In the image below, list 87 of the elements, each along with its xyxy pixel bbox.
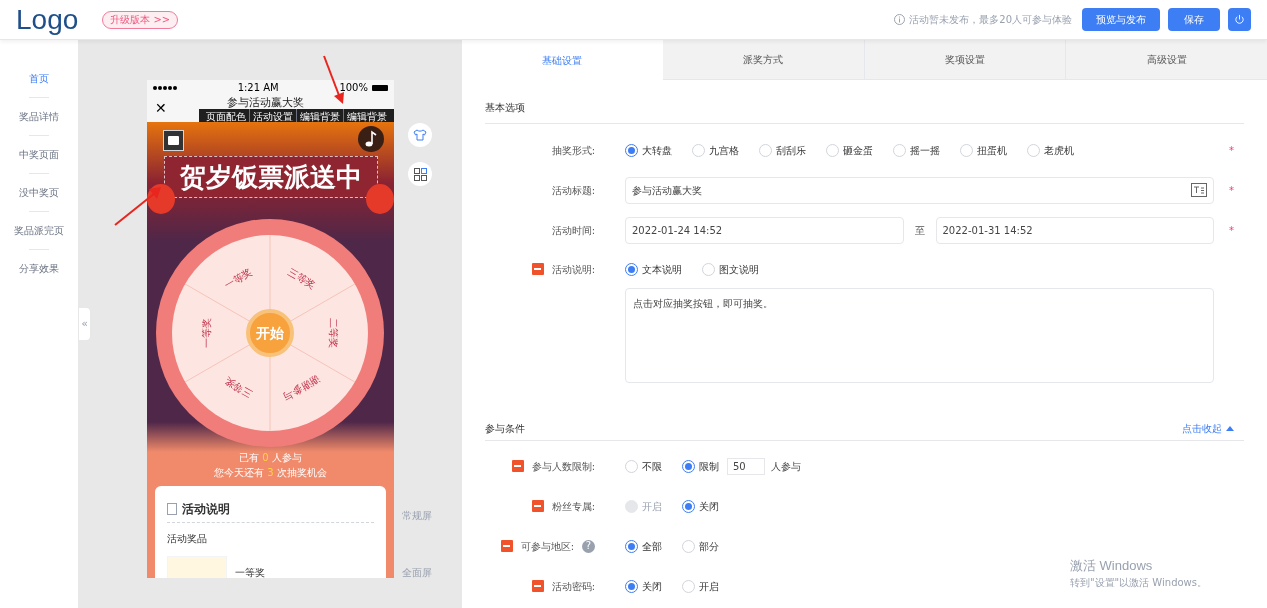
- section-title: 参与条件: [485, 422, 525, 436]
- field-label: 活动时间:: [551, 223, 595, 238]
- power-icon: [1234, 14, 1245, 25]
- logo[interactable]: Logo: [16, 0, 79, 41]
- publish-notice: 活动暂未发布，最多20人可参与体验: [909, 13, 1072, 27]
- radio-option[interactable]: 刮刮乐: [759, 142, 806, 158]
- sidebar-item[interactable]: 奖品详情: [19, 98, 59, 135]
- section-title: 基本选项: [485, 100, 1244, 124]
- settings-tab[interactable]: 基础设置: [462, 40, 663, 80]
- section-title: 活动奖品: [167, 532, 207, 546]
- status-time: 1:21 AM: [237, 81, 279, 95]
- sidebar-item[interactable]: 分享效果: [19, 250, 59, 287]
- title-input[interactable]: 参与活动赢大奖: [625, 176, 1214, 204]
- annotation-arrow: [113, 185, 163, 227]
- radio-option[interactable]: 扭蛋机: [960, 142, 1007, 158]
- radio-option[interactable]: 图文说明: [702, 261, 759, 277]
- image-button[interactable]: [163, 130, 184, 151]
- wheel-prize-label: 三等奖: [286, 265, 318, 291]
- wheel-prize-label: 三等奖: [222, 375, 254, 401]
- wheel-prize-label: 谢谢参与: [281, 373, 322, 403]
- header-button[interactable]: 预览与发布: [1082, 8, 1160, 31]
- radio-option[interactable]: 关闭: [682, 498, 719, 514]
- limit-input[interactable]: 50: [727, 457, 765, 475]
- battery-level: 100%: [339, 81, 368, 95]
- required-mark: *: [1229, 143, 1234, 158]
- grid-icon: [413, 167, 427, 181]
- banner-title: 贺岁饭票派送中: [164, 156, 378, 198]
- radio-option[interactable]: 老虎机: [1027, 142, 1074, 158]
- field-label: 抽奖形式:: [551, 143, 595, 158]
- field-label: 可参与地区:: [520, 539, 574, 554]
- required-mark: *: [1229, 183, 1234, 198]
- radio-option[interactable]: 全部: [625, 538, 662, 554]
- sidebar-item[interactable]: 中奖页面: [19, 136, 59, 173]
- close-button[interactable]: ✕: [155, 98, 167, 119]
- range-separator: 至: [913, 223, 926, 238]
- battery-icon: [372, 84, 388, 91]
- radio-option[interactable]: 关闭: [625, 578, 662, 594]
- draw-stat-text: 已有 0 人参与: [239, 451, 302, 465]
- shirt-icon: [413, 129, 427, 141]
- wheel-prize-label: 一等奖: [201, 318, 212, 348]
- field-label: 参与人数限制:: [531, 459, 595, 474]
- text-format-icon[interactable]: [1191, 183, 1207, 197]
- screen-guide-label: 常规屏: [402, 509, 432, 523]
- description-textarea[interactable]: 点击对应抽奖按钮，即可抽奖。: [625, 288, 1214, 383]
- signal-icon: [153, 85, 177, 90]
- collapse-link[interactable]: 点击收起: [1182, 421, 1234, 436]
- header-button[interactable]: 保存: [1168, 8, 1220, 31]
- radio-option[interactable]: 不限: [625, 458, 662, 474]
- toolbar-link[interactable]: 页面配色: [203, 108, 249, 124]
- field-label: 活动标题:: [551, 183, 595, 198]
- screen-guide-label: 全面屏: [402, 566, 432, 580]
- radio-option[interactable]: 文本说明: [625, 261, 682, 277]
- settings-tab[interactable]: 派奖方式: [662, 40, 864, 79]
- radio-option[interactable]: 摇一摇: [893, 142, 940, 158]
- document-icon: [167, 503, 177, 515]
- card-title: 活动说明: [182, 501, 230, 518]
- radio-option[interactable]: 九宫格: [692, 142, 739, 158]
- radio-option[interactable]: 大转盘: [625, 142, 672, 158]
- radio-option[interactable]: 限制: [682, 458, 719, 474]
- layout-button[interactable]: [408, 162, 432, 186]
- end-date-field[interactable]: 2022-01-31 14:52: [935, 216, 1214, 244]
- sidebar-item[interactable]: 奖品派完页: [14, 212, 64, 249]
- radio-option[interactable]: 部分: [682, 538, 719, 554]
- radio-option[interactable]: 开启: [682, 578, 719, 594]
- sidebar-item[interactable]: 首页: [29, 60, 49, 97]
- settings-tab[interactable]: 奖项设置: [863, 40, 1066, 79]
- start-date-field[interactable]: 2022-01-24 14:52: [625, 216, 904, 244]
- music-icon[interactable]: [358, 126, 384, 152]
- field-label: 活动说明:: [551, 262, 595, 277]
- required-mark: *: [1229, 223, 1234, 238]
- limit-suffix: 人参与: [771, 459, 801, 474]
- wheel-prize-label: 二等奖: [328, 318, 339, 348]
- field-label: 活动密码:: [551, 579, 595, 594]
- wheel-prize-label: 一等奖: [222, 265, 254, 291]
- info-icon: [894, 14, 906, 25]
- power-button[interactable]: [1228, 8, 1251, 31]
- draw-stat-text: 您今天还有 3 次抽奖机会: [214, 466, 327, 480]
- page-title: 参与活动赢大奖: [227, 95, 304, 111]
- field-label: 粉丝专属:: [551, 499, 595, 514]
- settings-tab[interactable]: 高级设置: [1065, 40, 1267, 79]
- prize-name: 一等奖: [235, 566, 265, 578]
- radio-option[interactable]: 砸金蛋: [826, 142, 873, 158]
- lantern-icon: [366, 184, 394, 214]
- sidebar-item[interactable]: 没中奖页: [19, 174, 59, 211]
- activation-title: 激活 Windows: [1069, 556, 1154, 575]
- activation-hint: 转到"设置"以激活 Windows。: [1069, 576, 1207, 590]
- theme-button[interactable]: [408, 123, 432, 147]
